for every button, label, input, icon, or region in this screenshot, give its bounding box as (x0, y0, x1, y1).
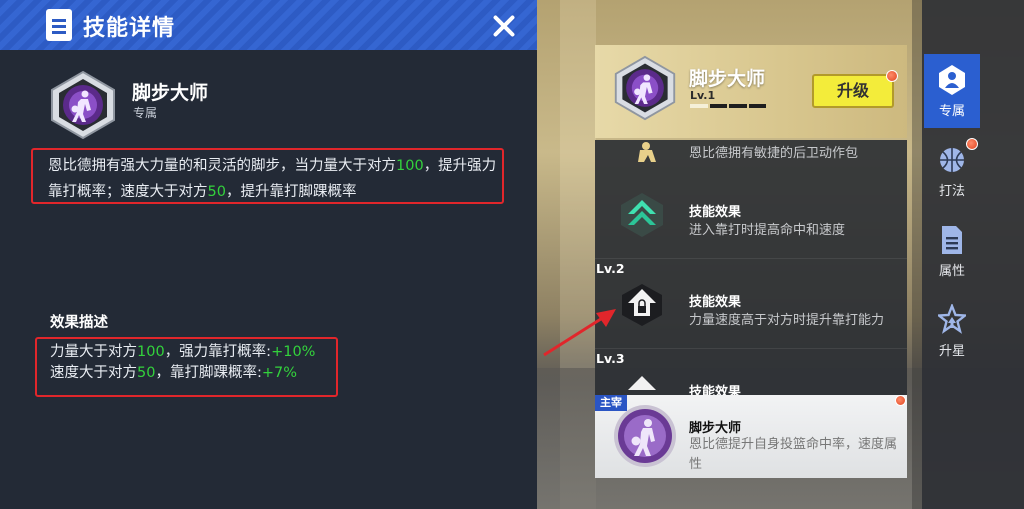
main-skill-description: 恩比德提升自身投篮命中率，速度属性 (689, 437, 898, 472)
document-icon (942, 226, 962, 254)
tab-star-up[interactable]: 升星 (924, 294, 980, 368)
main-skill-name: 脚步大师 (689, 421, 742, 436)
upgrade-button[interactable]: 升级 (812, 74, 894, 108)
level-progress-bar (690, 104, 766, 108)
effect-line: 力量大于对方100，强力靠打概率:+10% (50, 344, 316, 360)
notification-ball-icon (886, 70, 898, 82)
skill-badge-icon (614, 55, 676, 121)
effect-title: 效果描述 (50, 315, 108, 331)
tab-label: 属性 (938, 264, 965, 279)
level-segment (729, 104, 747, 108)
skill-level: Lv.1 (690, 89, 716, 102)
annotation-arrow-icon (543, 309, 616, 357)
tab-label: 升星 (938, 344, 965, 359)
skill-badge-icon (51, 70, 115, 140)
basketball-icon (940, 148, 964, 172)
tab-exclusive[interactable]: 专属 (924, 54, 980, 128)
close-button[interactable] (486, 8, 522, 44)
background-pillar (912, 0, 922, 509)
upgrade-icon (628, 376, 656, 390)
level-segment (709, 104, 727, 108)
skill-description: 恩比德拥有强大力量的和灵活的脚步，当力量大于对方100，提升强力靠打概率；速度大… (48, 158, 497, 200)
notification-ball-icon (895, 395, 906, 406)
locked-upgrade-icon (622, 284, 662, 326)
level-divider (595, 258, 907, 259)
skill-effect-list[interactable] (595, 140, 907, 395)
row-description: 力量速度高于对方时提升靠打能力 (689, 313, 885, 328)
tab-label: 打法 (938, 184, 965, 199)
row-title: 技能效果 (689, 205, 742, 220)
tab-attributes[interactable]: 属性 (924, 214, 980, 288)
star-icon (938, 304, 966, 334)
level-divider (595, 348, 907, 349)
row-description: 进入靠打时提高命中和速度 (689, 223, 846, 238)
double-chevron-up-icon (621, 193, 663, 237)
card-skill-name: 脚步大师 (689, 68, 766, 90)
row-description: 恩比德拥有敏捷的后卫动作包 (689, 146, 859, 161)
exclusive-icon (939, 65, 965, 95)
level-label: Lv.2 (596, 261, 625, 276)
detail-header (0, 0, 537, 50)
main-skill-icon (614, 405, 676, 467)
panel-title: 技能详情 (83, 16, 176, 41)
tab-label: 专属 (938, 104, 965, 119)
row-title: 技能效果 (689, 295, 742, 310)
document-icon (46, 9, 72, 41)
effect-line: 速度大于对方50，靠打脚踝概率:+7% (50, 365, 297, 381)
level-segment (690, 104, 708, 108)
level-segment (748, 104, 766, 108)
player-move-icon (638, 142, 656, 162)
notification-ball-icon (966, 138, 978, 150)
skill-tag: 专属 (133, 106, 158, 120)
skill-name: 脚步大师 (132, 82, 209, 104)
effect-list: 力量大于对方100，强力靠打概率:+10% 速度大于对方50，靠打脚踝概率:+7… (50, 342, 315, 384)
